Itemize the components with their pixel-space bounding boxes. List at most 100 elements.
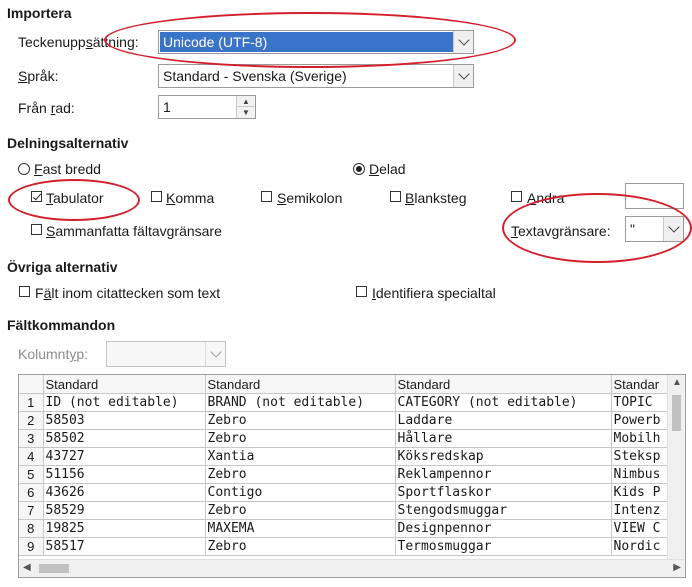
row-number: 2 — [19, 411, 44, 430]
row-number: 5 — [19, 465, 44, 484]
table-row: 1 ID (not editable) BRAND (not editable) CA… — [19, 393, 682, 412]
table-row: 8 19825 MAXEMA Designpennor VIEW C — [19, 519, 682, 538]
table-cell: Xantia — [205, 447, 396, 466]
comma-label[interactable]: Komma — [166, 190, 214, 206]
table-cell: Laddare — [395, 411, 612, 430]
section-ovriga-alternativ: Övriga alternativ — [7, 259, 118, 275]
column-header[interactable]: Standard — [43, 375, 206, 394]
language-value: Standard - Svenska (Sverige) — [163, 68, 347, 84]
language-label: Språk: — [18, 68, 59, 84]
comma-checkbox[interactable] — [151, 191, 162, 202]
text-delimiter-label: Textavgränsare: — [511, 223, 611, 239]
corner-cell — [19, 375, 44, 394]
tab-label[interactable]: Tabulator — [46, 190, 104, 206]
chevron-down-icon[interactable] — [453, 31, 473, 53]
column-type-select[interactable] — [106, 341, 226, 367]
special-numbers-checkbox[interactable] — [356, 286, 367, 297]
semicolon-checkbox[interactable] — [261, 191, 272, 202]
tab-checkbox[interactable] — [31, 191, 42, 202]
table-cell: Zebro — [205, 411, 396, 430]
chevron-down-icon — [205, 342, 225, 366]
other-input[interactable] — [625, 183, 684, 209]
table-cell: Zebro — [205, 537, 396, 556]
table-cell: 43727 — [43, 447, 206, 466]
table-cell: 51156 — [43, 465, 206, 484]
column-header[interactable]: Standard — [395, 375, 612, 394]
table-cell: Termosmuggar — [395, 537, 612, 556]
table-cell: Contigo — [205, 483, 396, 502]
table-cell: 58517 — [43, 537, 206, 556]
row-number: 4 — [19, 447, 44, 466]
table-cell: BRAND (not editable) — [205, 393, 396, 412]
quoted-as-text-label[interactable]: Fält inom citattecken som text — [35, 285, 220, 301]
scroll-right-icon[interactable]: ▶ — [673, 562, 681, 573]
column-type-label: Kolumntyp: — [18, 346, 89, 362]
table-cell: 19825 — [43, 519, 206, 538]
table-cell: Köksredskap — [395, 447, 612, 466]
row-number: 9 — [19, 537, 44, 556]
fixed-width-label[interactable]: Fast bredd — [34, 161, 101, 177]
row-number: 8 — [19, 519, 44, 538]
table-cell: ID (not editable) — [43, 393, 206, 412]
horizontal-scroll-thumb[interactable] — [39, 564, 69, 573]
table-row: 3 58502 Zebro Hållare Mobilh — [19, 429, 682, 448]
space-label[interactable]: Blanksteg — [405, 190, 467, 206]
quoted-as-text-checkbox[interactable] — [19, 286, 30, 297]
fixed-width-radio[interactable] — [18, 163, 30, 175]
spin-up-icon[interactable]: ▲ — [237, 96, 255, 107]
row-number: 6 — [19, 483, 44, 502]
table-cell: 43626 — [43, 483, 206, 502]
language-select[interactable]: Standard - Svenska (Sverige) — [158, 64, 474, 88]
preview-table: Standard Standard Standard Standar 1 ID (… — [19, 375, 682, 556]
column-header[interactable]: Standard — [205, 375, 396, 394]
vertical-scroll-thumb[interactable] — [672, 395, 681, 431]
text-delimiter-select[interactable]: " — [625, 216, 684, 242]
separated-label[interactable]: Delad — [369, 161, 406, 177]
preview-grid[interactable]: Standard Standard Standard Standar 1 ID (… — [18, 374, 686, 578]
table-cell: Zebro — [205, 429, 396, 448]
semicolon-label[interactable]: Semikolon — [277, 190, 342, 206]
table-row: 4 43727 Xantia Köksredskap Steksp — [19, 447, 682, 466]
from-row-value: 1 — [163, 99, 171, 115]
scroll-left-icon[interactable]: ◀ — [23, 562, 31, 573]
from-row-spinner[interactable]: 1 ▲ ▼ — [158, 95, 256, 119]
special-numbers-label[interactable]: Identifiera specialtal — [372, 285, 496, 301]
table-cell: Zebro — [205, 501, 396, 520]
row-number: 3 — [19, 429, 44, 448]
charset-label: Teckenuppsättning: — [18, 34, 139, 50]
preview-header-row: Standard Standard Standard Standar — [19, 375, 682, 394]
section-importera: Importera — [7, 5, 72, 21]
vertical-scrollbar[interactable]: ▲ — [667, 375, 685, 561]
table-row: 9 58517 Zebro Termosmuggar Nordic — [19, 537, 682, 556]
table-cell: 58503 — [43, 411, 206, 430]
other-label[interactable]: Andra — [527, 190, 564, 206]
table-row: 6 43626 Contigo Sportflaskor Kids P — [19, 483, 682, 502]
table-cell: 58529 — [43, 501, 206, 520]
table-cell: Zebro — [205, 465, 396, 484]
horizontal-scrollbar[interactable]: ◀ ▶ — [19, 559, 685, 577]
scroll-up-icon[interactable]: ▲ — [672, 377, 682, 388]
table-cell: MAXEMA — [205, 519, 396, 538]
merge-delimiters-checkbox[interactable] — [31, 224, 42, 235]
spin-down-icon[interactable]: ▼ — [237, 107, 255, 118]
chevron-down-icon[interactable] — [663, 217, 683, 241]
separated-radio[interactable] — [353, 163, 365, 175]
text-delimiter-value: " — [630, 221, 635, 237]
table-cell: Designpennor — [395, 519, 612, 538]
charset-value: Unicode (UTF-8) — [163, 34, 268, 50]
row-number: 1 — [19, 393, 44, 412]
table-cell: 58502 — [43, 429, 206, 448]
charset-select[interactable]: Unicode (UTF-8) — [158, 30, 474, 54]
table-cell: Stengodsmuggar — [395, 501, 612, 520]
other-checkbox[interactable] — [511, 191, 522, 202]
merge-delimiters-label[interactable]: Sammanfatta fältavgränsare — [46, 223, 222, 239]
table-cell: CATEGORY (not editable) — [395, 393, 612, 412]
chevron-down-icon[interactable] — [453, 65, 473, 87]
table-cell: Sportflaskor — [395, 483, 612, 502]
table-row: 7 58529 Zebro Stengodsmuggar Intenz — [19, 501, 682, 520]
from-row-label: Från rad: — [18, 100, 75, 116]
table-cell: Reklampennor — [395, 465, 612, 484]
table-row: 5 51156 Zebro Reklampennor Nimbus — [19, 465, 682, 484]
space-checkbox[interactable] — [390, 191, 401, 202]
section-delningsalternativ: Delningsalternativ — [7, 135, 129, 151]
